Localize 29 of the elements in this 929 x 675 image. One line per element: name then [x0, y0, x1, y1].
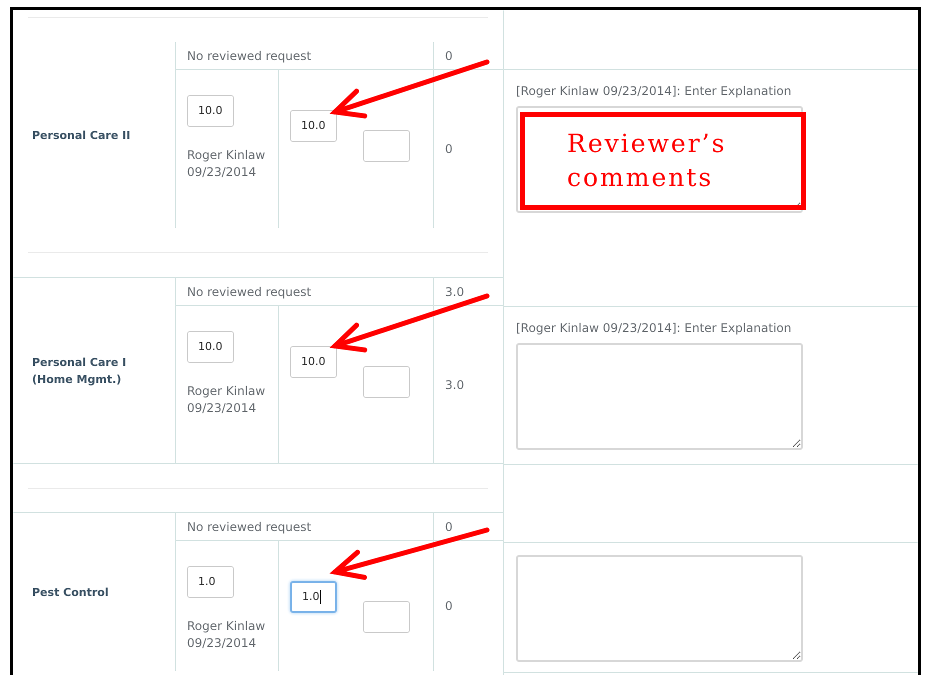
number-field[interactable]: [363, 130, 410, 162]
requester-info: Roger Kinlaw 09/23/2014: [187, 383, 266, 417]
comment-field[interactable]: [516, 343, 803, 450]
number-field[interactable]: 10.0: [187, 95, 234, 127]
requester-info: Roger Kinlaw 09/23/2014: [187, 147, 266, 181]
request-status: No reviewed request: [187, 48, 312, 64]
explanation-label: [Roger Kinlaw 09/23/2014]: Enter Explanation: [516, 320, 792, 337]
requester-info: Roger Kinlaw 09/23/2014: [187, 618, 266, 652]
number-field[interactable]: 10.0: [187, 331, 234, 363]
number-field[interactable]: [363, 601, 410, 633]
number-field[interactable]: [363, 366, 410, 398]
request-value: 3.0: [445, 284, 464, 300]
total-value: 0: [445, 141, 453, 158]
request-status: No reviewed request: [187, 518, 312, 536]
request-value: 0: [445, 518, 453, 536]
total-value: 3.0: [445, 376, 464, 394]
number-field[interactable]: 10.0: [290, 110, 337, 142]
comment-field[interactable]: [516, 555, 803, 662]
number-field[interactable]: 10.0: [290, 346, 337, 378]
request-value: 0: [445, 48, 453, 64]
total-value: 0: [445, 598, 453, 615]
service-label: Personal Care II: [32, 128, 132, 144]
service-label: Pest Control: [32, 584, 110, 600]
callout-box: Reviewer’s comments: [520, 112, 806, 210]
service-label: Personal Care I (Home Mgmt.): [32, 354, 128, 388]
number-field[interactable]: 1.0: [187, 566, 234, 598]
number-field[interactable]: 1.0: [290, 581, 337, 613]
request-status: No reviewed request: [187, 284, 312, 300]
explanation-label: [Roger Kinlaw 09/23/2014]: Enter Explanation: [516, 83, 792, 100]
